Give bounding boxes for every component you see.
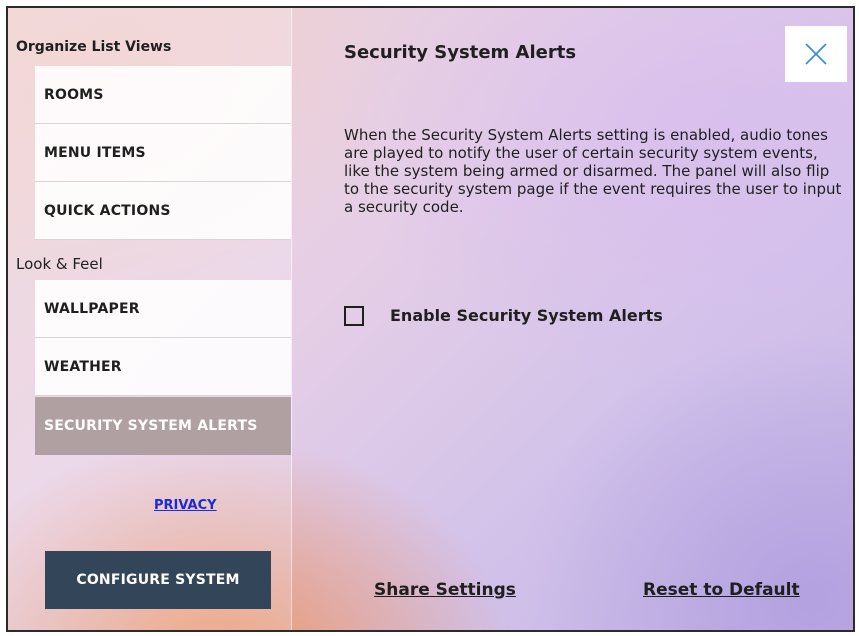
share-settings-link[interactable]: Share Settings bbox=[374, 580, 516, 600]
enable-security-alerts-label[interactable]: Enable Security System Alerts bbox=[390, 306, 663, 325]
section-header-look-and-feel: Look & Feel bbox=[16, 255, 103, 273]
section-header-organize-list-views: Organize List Views bbox=[16, 39, 172, 55]
sidebar-item-quick-actions[interactable]: QUICK ACTIONS bbox=[35, 182, 291, 240]
sidebar-item-weather[interactable]: WEATHER bbox=[35, 338, 291, 396]
setting-description: When the Security System Alerts setting … bbox=[344, 126, 842, 216]
close-icon bbox=[805, 43, 827, 65]
enable-security-alerts-checkbox[interactable] bbox=[344, 306, 364, 326]
sidebar-item-security-system-alerts[interactable]: SECURITY SYSTEM ALERTS bbox=[35, 397, 291, 455]
sidebar-item-rooms[interactable]: ROOMS bbox=[35, 66, 291, 124]
sidebar: Organize List Views ROOMS MENU ITEMS QUI… bbox=[8, 8, 292, 630]
sidebar-item-wallpaper[interactable]: WALLPAPER bbox=[35, 280, 291, 338]
privacy-link[interactable]: PRIVACY bbox=[154, 498, 217, 513]
settings-window: Organize List Views ROOMS MENU ITEMS QUI… bbox=[6, 6, 855, 632]
sidebar-item-menu-items[interactable]: MENU ITEMS bbox=[35, 124, 291, 182]
configure-system-button[interactable]: CONFIGURE SYSTEM bbox=[45, 551, 271, 609]
reset-to-default-link[interactable]: Reset to Default bbox=[643, 580, 800, 600]
page-title: Security System Alerts bbox=[344, 42, 577, 63]
close-button[interactable] bbox=[785, 26, 847, 82]
